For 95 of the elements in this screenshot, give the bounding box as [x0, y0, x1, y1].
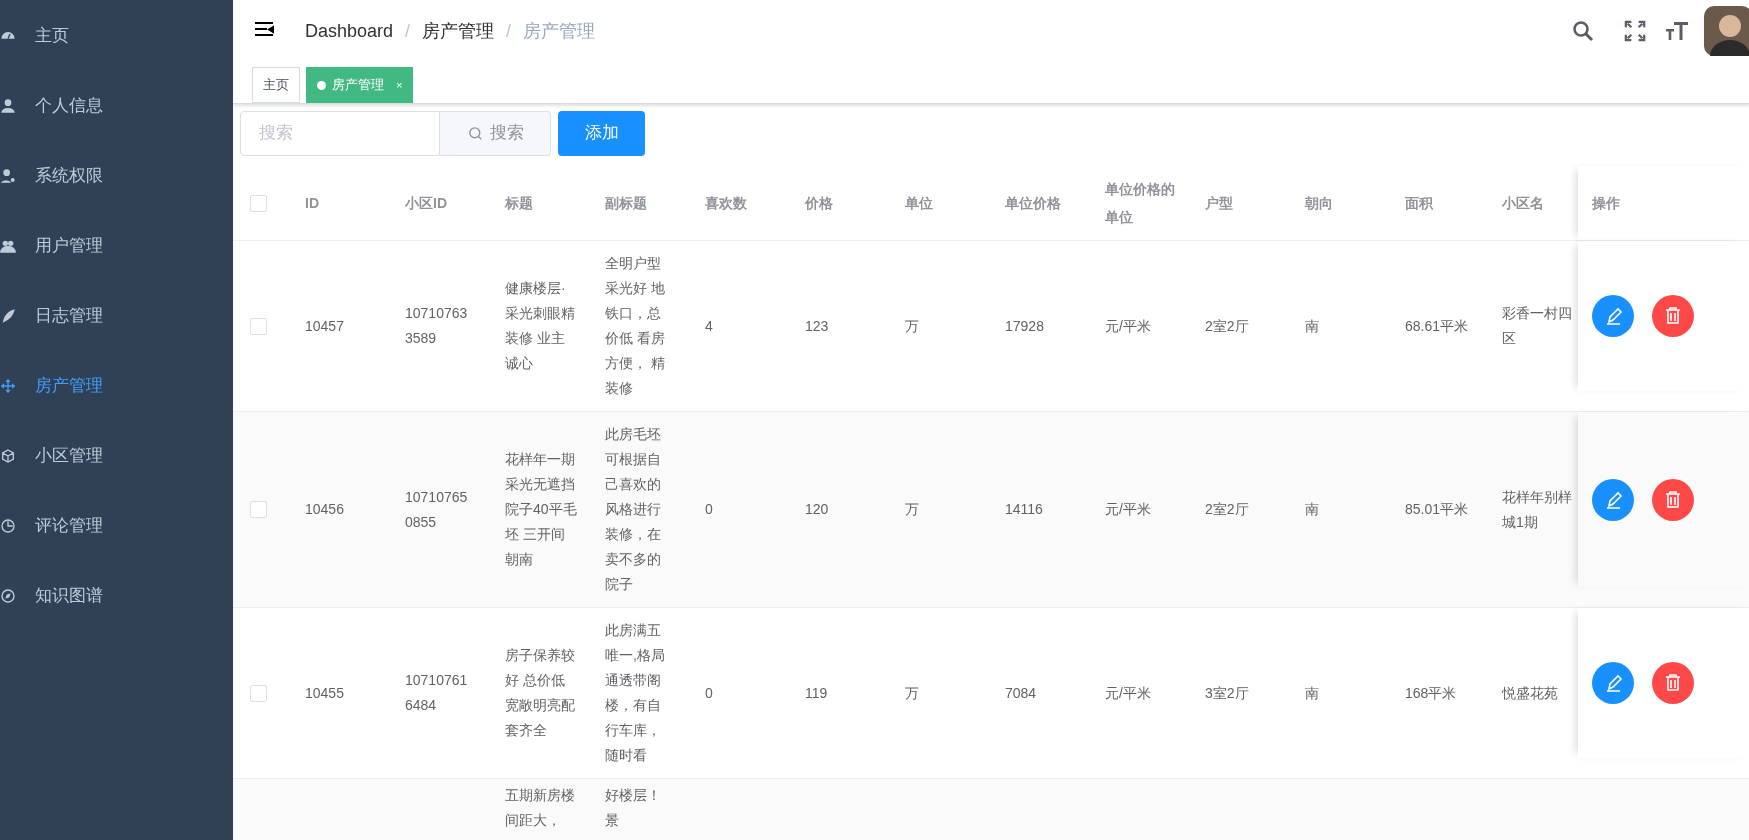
table-cell-text: 全明户型采光好 地铁口，总价低 看房方便， 精装修	[605, 254, 666, 398]
column-header: 小区名	[1502, 194, 1545, 213]
checkbox[interactable]	[250, 684, 267, 702]
table-cell-text: 南	[1305, 683, 1320, 703]
column-header: ID	[305, 194, 320, 213]
table-cell-text: 3室2厅	[1205, 683, 1250, 703]
table-cell-text: 120	[805, 500, 830, 519]
table-cell-text: 房子保养较好 总价低宽敞明亮配套齐全	[505, 646, 576, 740]
table-cell-text: 好楼层！景	[605, 786, 662, 830]
sidebar-item[interactable]: 小区管理	[0, 421, 233, 491]
edit-button[interactable]	[1592, 478, 1634, 521]
table-cell-text: 107107616484	[405, 671, 469, 715]
fullscreen-icon[interactable]	[1624, 20, 1646, 42]
column-header: 单位价格	[1005, 194, 1062, 213]
table-cell-text: 元/平米	[1105, 683, 1152, 703]
column-header: 标题	[505, 194, 534, 213]
table-cell-text: 花样年别样城1期	[1502, 487, 1573, 532]
column-header: 副标题	[605, 194, 648, 213]
move-arrows-icon	[0, 378, 16, 394]
sidebar-item[interactable]: 日志管理	[0, 281, 233, 351]
chart-pie-icon	[0, 518, 16, 534]
sidebar-item[interactable]: 知识图谱	[0, 561, 233, 631]
table-cell-text: 南	[1305, 316, 1320, 336]
table-cell-text: 85.01平米	[1405, 500, 1470, 519]
table-cell-text: 7084	[1005, 683, 1038, 703]
checkbox[interactable]	[250, 194, 267, 212]
breadcrumb-separator: /	[405, 19, 411, 43]
delete-button[interactable]	[1652, 478, 1694, 521]
breadcrumb-item[interactable]: Dashboard	[305, 17, 394, 45]
table-cell-text: 68.61平米	[1405, 316, 1470, 336]
column-header: 单位价格的单位	[1105, 180, 1176, 227]
table-cell-text: 2室2厅	[1205, 316, 1250, 336]
table-cell-text: 107107633589	[405, 304, 469, 348]
sidebar-item[interactable]: 系统权限	[0, 141, 233, 211]
search-icon[interactable]	[1571, 19, 1595, 43]
table-cell-text: 123	[805, 316, 830, 336]
avatar[interactable]	[1704, 6, 1749, 56]
table-cell-text: 0	[705, 500, 714, 519]
table-cell-text: 此房满五唯一,格局通透带阁楼，有自行车库，随时看	[605, 621, 666, 765]
user-key-icon	[0, 168, 16, 184]
breadcrumb-item[interactable]: 房产管理	[422, 17, 495, 45]
table-cell-text: 107107650855	[405, 487, 469, 532]
table-cell-text: 彩香一村四区	[1502, 304, 1573, 348]
cube-icon	[0, 448, 16, 464]
checkbox[interactable]	[250, 317, 267, 335]
delete-button[interactable]	[1652, 295, 1694, 337]
sidebar-item[interactable]: 用户管理	[0, 211, 233, 281]
table-cell-text: 14116	[1005, 500, 1044, 519]
search-field[interactable]: 搜索	[240, 110, 440, 156]
table-cell-text: 0	[705, 683, 714, 703]
breadcrumb-separator: /	[506, 19, 512, 43]
user-icon	[0, 98, 16, 114]
table-cell-text: 健康楼层·采光刺眼精装修 业主诚心	[505, 279, 576, 373]
column-header: 价格	[805, 194, 834, 213]
sidebar-item[interactable]: 评论管理	[0, 491, 233, 561]
sidebar-item[interactable]: 主页	[0, 1, 233, 71]
table-cell-text: 17928	[1005, 316, 1045, 336]
checkbox[interactable]	[250, 501, 267, 518]
table-cell-text: 10456	[305, 500, 345, 519]
table-cell-text: 悦盛花苑	[1502, 683, 1559, 703]
table-cell-text: 168平米	[1405, 683, 1458, 703]
table-cell-text: 此房毛坯可根据自己喜欢的风格进行装修，在卖不多的院子	[605, 425, 662, 594]
table-cell-text: 万	[905, 683, 920, 703]
column-header: 小区ID	[405, 194, 448, 213]
edit-button[interactable]	[1592, 295, 1634, 337]
column-header: 面积	[1405, 194, 1434, 213]
table-cell-text: 4	[705, 316, 714, 336]
sidebar-item[interactable]: 个人信息	[0, 71, 233, 141]
column-header: 单位	[905, 194, 934, 213]
column-header: 户型	[1205, 194, 1234, 213]
tab[interactable]: 主页	[252, 67, 300, 103]
table-cell-text: 万	[905, 316, 920, 336]
edit-button[interactable]	[1592, 662, 1634, 704]
column-header: 喜欢数	[705, 194, 748, 213]
menu-icon[interactable]	[253, 19, 275, 39]
sidebar-item[interactable]: 房产管理	[0, 351, 233, 421]
table-cell-text: 花样年一期采光无遮挡院子40平毛坯 三开间朝南	[505, 450, 577, 569]
table-cell-text: 元/平米	[1105, 500, 1152, 519]
feather-icon	[0, 308, 16, 324]
table-cell-text: 元/平米	[1105, 316, 1152, 336]
column-header: 操作	[1592, 194, 1620, 213]
table-cell-text: 南	[1305, 500, 1320, 519]
table-cell-text: 万	[905, 500, 920, 519]
table-cell-text: 五期新房楼间距大，	[505, 786, 576, 830]
table-cell-text: 119	[805, 683, 829, 703]
table-cell-text: 2室2厅	[1205, 500, 1250, 519]
breadcrumb-item: 房产管理	[523, 19, 596, 43]
delete-button[interactable]	[1652, 662, 1694, 704]
table-cell-text: 10457	[305, 316, 345, 336]
users-icon	[0, 238, 16, 254]
search-icon	[466, 124, 484, 142]
compass-icon	[0, 588, 16, 604]
column-header: 朝向	[1305, 194, 1334, 213]
table-cell-text: 10455	[305, 683, 345, 703]
text-size-icon[interactable]	[1665, 19, 1689, 43]
